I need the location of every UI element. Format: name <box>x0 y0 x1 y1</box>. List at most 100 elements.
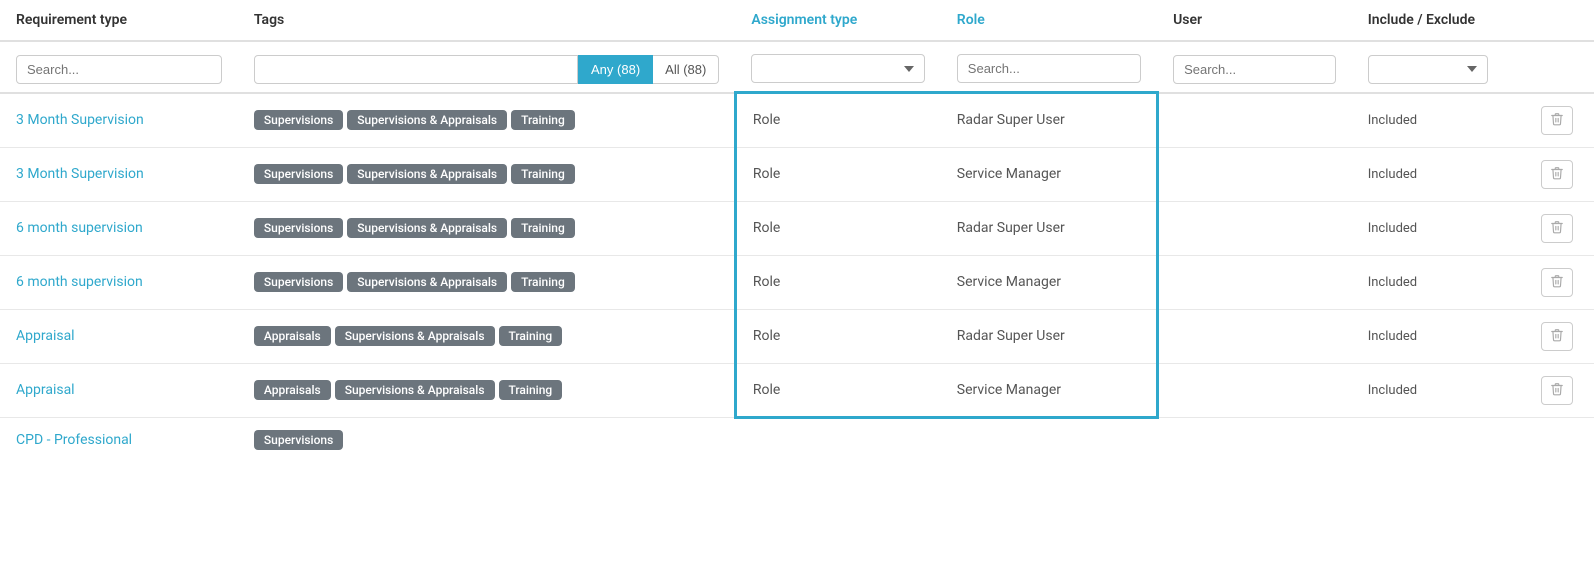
tags-text-input[interactable] <box>254 55 578 84</box>
req-cell: 6 month supervision <box>0 255 238 309</box>
table-row: CPD - Professional Supervisions <box>0 417 1594 462</box>
user-cell <box>1157 363 1352 417</box>
tag-badge: Supervisions <box>254 272 343 292</box>
data-table: Requirement type Tags Assignment type Ro… <box>0 0 1594 462</box>
user-cell <box>1157 147 1352 201</box>
main-table-container: Requirement type Tags Assignment type Ro… <box>0 0 1594 462</box>
user-cell <box>1157 93 1352 148</box>
req-cell: Appraisal <box>0 309 238 363</box>
table-row: 6 month supervisionSupervisionsSupervisi… <box>0 255 1594 309</box>
actions-cell <box>1525 255 1594 309</box>
tags-any-button[interactable]: Any (88) <box>578 55 653 84</box>
user-cell <box>1157 201 1352 255</box>
tag-badge: Training <box>511 218 575 238</box>
filter-assign: Role User <box>735 41 940 93</box>
tag-badge: Supervisions <box>254 164 343 184</box>
table-body: 3 Month SupervisionSupervisionsSupervisi… <box>0 93 1594 462</box>
role-cell: Service Manager <box>941 255 1157 309</box>
assign-type-select[interactable]: Role User <box>751 54 924 83</box>
actions-cell <box>1525 309 1594 363</box>
header-row: Requirement type Tags Assignment type Ro… <box>0 0 1594 41</box>
tag-badge: Supervisions <box>254 218 343 238</box>
tags-cell: SupervisionsSupervisions & AppraisalsTra… <box>238 201 735 255</box>
delete-button[interactable] <box>1541 376 1573 405</box>
user-cell <box>1157 255 1352 309</box>
tags-filter-group: Any (88) All (88) <box>254 55 719 84</box>
delete-button[interactable] <box>1541 160 1573 189</box>
user-search-input[interactable] <box>1173 55 1336 84</box>
delete-button[interactable] <box>1541 268 1573 297</box>
req-cell: 3 Month Supervision <box>0 93 238 148</box>
req-cell: Appraisal <box>0 363 238 417</box>
assign-cell: Role <box>735 93 940 148</box>
actions-cell <box>1525 363 1594 417</box>
include-cell: Included <box>1352 363 1525 417</box>
tag-badge: Training <box>499 380 563 400</box>
col-header-user: User <box>1157 0 1352 41</box>
table-row: 6 month supervisionSupervisionsSupervisi… <box>0 201 1594 255</box>
req-cell: 3 Month Supervision <box>0 147 238 201</box>
filter-include: Included Excluded <box>1352 41 1525 93</box>
delete-button[interactable] <box>1541 106 1573 135</box>
tag-badge: Training <box>511 164 575 184</box>
delete-button[interactable] <box>1541 214 1573 243</box>
col-header-req: Requirement type <box>0 0 238 41</box>
include-cell: Included <box>1352 255 1525 309</box>
tags-cell: AppraisalsSupervisions & AppraisalsTrain… <box>238 363 735 417</box>
tag-badge: Supervisions & Appraisals <box>335 326 495 346</box>
col-header-role: Role <box>941 0 1157 41</box>
role-search-input[interactable] <box>957 54 1141 83</box>
include-cell: Included <box>1352 309 1525 363</box>
actions-cell <box>1525 147 1594 201</box>
assign-cell: Role <box>735 147 940 201</box>
role-cell: Radar Super User <box>941 201 1157 255</box>
req-search-input[interactable] <box>16 55 222 84</box>
include-cell: Included <box>1352 93 1525 148</box>
tags-cell: SupervisionsSupervisions & AppraisalsTra… <box>238 147 735 201</box>
filter-tags: Any (88) All (88) <box>238 41 735 93</box>
assign-cell: Role <box>735 255 940 309</box>
tags-all-button[interactable]: All (88) <box>653 55 719 84</box>
assign-cell: Role <box>735 201 940 255</box>
user-cell <box>1157 417 1352 462</box>
tag-badge: Training <box>511 110 575 130</box>
actions-cell <box>1525 201 1594 255</box>
assign-cell <box>735 417 940 462</box>
tags-cell: SupervisionsSupervisions & AppraisalsTra… <box>238 255 735 309</box>
tag-badge: Appraisals <box>254 380 331 400</box>
assign-cell: Role <box>735 363 940 417</box>
tag-badge: Training <box>511 272 575 292</box>
include-cell: Included <box>1352 147 1525 201</box>
tag-badge: Supervisions & Appraisals <box>347 272 507 292</box>
table-row: 3 Month SupervisionSupervisionsSupervisi… <box>0 147 1594 201</box>
filter-row: Any (88) All (88) Role User <box>0 41 1594 93</box>
role-cell <box>941 417 1157 462</box>
col-header-tags: Tags <box>238 0 735 41</box>
assign-cell: Role <box>735 309 940 363</box>
delete-button[interactable] <box>1541 322 1573 351</box>
include-cell <box>1352 417 1525 462</box>
role-cell: Radar Super User <box>941 309 1157 363</box>
tag-badge: Supervisions <box>254 110 343 130</box>
filter-actions <box>1525 41 1594 93</box>
req-cell: CPD - Professional <box>0 417 238 462</box>
tags-cell: SupervisionsSupervisions & AppraisalsTra… <box>238 93 735 148</box>
tags-cell: AppraisalsSupervisions & AppraisalsTrain… <box>238 309 735 363</box>
include-cell: Included <box>1352 201 1525 255</box>
table-row: AppraisalAppraisalsSupervisions & Apprai… <box>0 309 1594 363</box>
tags-cell: Supervisions <box>238 417 735 462</box>
req-cell: 6 month supervision <box>0 201 238 255</box>
tag-badge: Training <box>499 326 563 346</box>
include-exclude-select[interactable]: Included Excluded <box>1368 55 1488 84</box>
col-header-include: Include / Exclude <box>1352 0 1525 41</box>
role-cell: Service Manager <box>941 147 1157 201</box>
table-row: 3 Month SupervisionSupervisionsSupervisi… <box>0 93 1594 148</box>
role-cell: Radar Super User <box>941 93 1157 148</box>
filter-req <box>0 41 238 93</box>
actions-cell <box>1525 417 1594 462</box>
col-header-actions <box>1525 0 1594 41</box>
actions-cell <box>1525 93 1594 148</box>
tag-badge: Supervisions <box>254 430 343 450</box>
tag-badge: Appraisals <box>254 326 331 346</box>
role-cell: Service Manager <box>941 363 1157 417</box>
